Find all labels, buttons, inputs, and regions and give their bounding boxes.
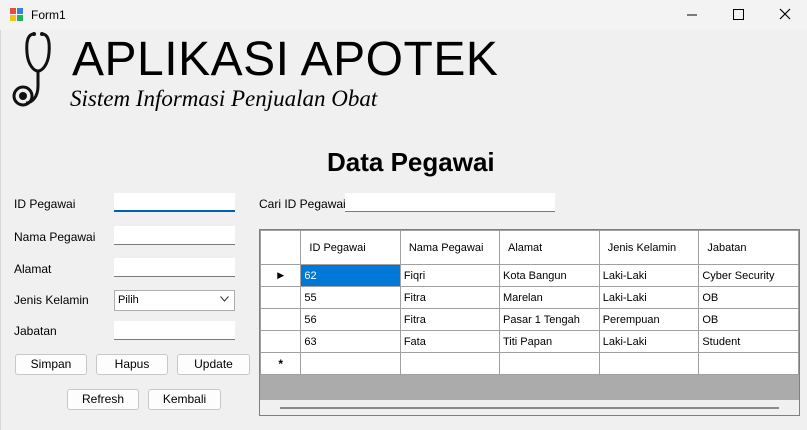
row-header-corner bbox=[260, 230, 302, 265]
app-subtitle: Sistem Informasi Penjualan Obat bbox=[70, 86, 378, 111]
update-button[interactable]: Update bbox=[177, 354, 250, 375]
cell-jabatan[interactable]: OB bbox=[698, 286, 799, 309]
cell-alamat[interactable]: Pasar 1 Tengah bbox=[499, 308, 600, 331]
horizontal-scrollbar[interactable] bbox=[260, 400, 799, 415]
alamat-input[interactable] bbox=[114, 258, 235, 277]
table-row[interactable]: ▶ 62 Fiqri Kota Bangun Laki-Laki Cyber S… bbox=[260, 264, 799, 287]
column-header-jenis-kelamin[interactable]: Jenis Kelamin bbox=[598, 230, 700, 265]
grid-header-row: ID Pegawai Nama Pegawai Alamat Jenis Kel… bbox=[260, 230, 799, 265]
cell-alamat[interactable]: Kota Bangun bbox=[499, 264, 600, 287]
cell-id[interactable]: 56 bbox=[300, 308, 401, 331]
column-header-alamat[interactable]: Alamat bbox=[499, 230, 600, 265]
row-header[interactable] bbox=[260, 308, 302, 331]
id-pegawai-input[interactable] bbox=[114, 193, 235, 212]
window-title: Form1 bbox=[31, 8, 66, 22]
cell-id[interactable]: 55 bbox=[300, 286, 401, 309]
cell-alamat[interactable]: Marelan bbox=[499, 286, 600, 309]
table-row[interactable]: 56 Fitra Pasar 1 Tengah Perempuan OB bbox=[260, 308, 799, 331]
kembali-button[interactable]: Kembali bbox=[148, 389, 221, 410]
scrollbar-thumb[interactable] bbox=[280, 407, 779, 409]
cell-id[interactable]: 63 bbox=[300, 330, 401, 353]
cell-jenis-kelamin[interactable]: Laki-Laki bbox=[598, 264, 700, 287]
jabatan-input[interactable] bbox=[114, 321, 235, 340]
row-header[interactable] bbox=[260, 286, 302, 309]
table-row[interactable]: 55 Fitra Marelan Laki-Laki OB bbox=[260, 286, 799, 309]
new-cell-jabatan[interactable] bbox=[698, 352, 799, 375]
column-header-id[interactable]: ID Pegawai bbox=[300, 230, 401, 265]
jenis-kelamin-value: Pilih bbox=[118, 294, 139, 306]
new-cell-id[interactable] bbox=[300, 352, 401, 375]
id-pegawai-label: ID Pegawai bbox=[14, 197, 76, 211]
table-row[interactable]: 63 Fata Titi Papan Laki-Laki Student bbox=[260, 330, 799, 353]
current-row-icon: ▶ bbox=[260, 264, 302, 287]
alamat-label: Alamat bbox=[14, 262, 52, 276]
cell-id[interactable]: 62 bbox=[300, 264, 401, 287]
column-header-nama[interactable]: Nama Pegawai bbox=[399, 230, 501, 265]
new-cell-nama[interactable] bbox=[399, 352, 501, 375]
cell-nama[interactable]: Fitra bbox=[399, 308, 501, 331]
minimize-icon bbox=[687, 14, 697, 16]
nama-pegawai-input[interactable] bbox=[114, 226, 235, 245]
jenis-kelamin-label: Jenis Kelamin bbox=[14, 293, 89, 307]
jabatan-label: Jabatan bbox=[14, 324, 57, 338]
close-button[interactable] bbox=[761, 0, 807, 30]
pegawai-data-grid[interactable]: ID Pegawai Nama Pegawai Alamat Jenis Kel… bbox=[259, 229, 800, 416]
maximize-button[interactable] bbox=[715, 0, 761, 30]
row-header[interactable] bbox=[260, 330, 302, 353]
cell-jabatan[interactable]: Student bbox=[698, 330, 799, 353]
simpan-button[interactable]: Simpan bbox=[15, 354, 87, 375]
hapus-button[interactable]: Hapus bbox=[96, 354, 168, 375]
column-header-jabatan[interactable]: Jabatan bbox=[698, 230, 799, 265]
section-title: Data Pegawai bbox=[327, 147, 495, 177]
app-title: APLIKASI APOTEK bbox=[72, 33, 499, 86]
cell-jabatan[interactable]: OB bbox=[698, 308, 799, 331]
refresh-button[interactable]: Refresh bbox=[67, 389, 139, 410]
grid-table: ID Pegawai Nama Pegawai Alamat Jenis Kel… bbox=[260, 230, 799, 375]
chevron-down-icon bbox=[220, 296, 229, 302]
close-icon bbox=[779, 8, 791, 20]
cell-jenis-kelamin[interactable]: Perempuan bbox=[598, 308, 700, 331]
cell-nama[interactable]: Fitra bbox=[399, 286, 501, 309]
cell-alamat[interactable]: Titi Papan bbox=[499, 330, 600, 353]
title-bar: Form1 bbox=[0, 0, 807, 30]
new-cell-jenis-kelamin[interactable] bbox=[598, 352, 700, 375]
cell-nama[interactable]: Fiqri bbox=[399, 264, 501, 287]
cell-nama[interactable]: Fata bbox=[399, 330, 501, 353]
app-icon bbox=[10, 8, 23, 21]
cell-jenis-kelamin[interactable]: Laki-Laki bbox=[598, 330, 700, 353]
cell-jabatan[interactable]: Cyber Security bbox=[698, 264, 799, 287]
stethoscope-icon bbox=[12, 32, 51, 107]
new-row-icon: * bbox=[260, 352, 302, 375]
new-row[interactable]: * bbox=[260, 352, 799, 375]
jenis-kelamin-select[interactable]: Pilih bbox=[114, 290, 235, 311]
new-cell-alamat[interactable] bbox=[499, 352, 600, 375]
maximize-icon bbox=[733, 9, 744, 20]
cari-id-input[interactable] bbox=[345, 193, 555, 212]
nama-pegawai-label: Nama Pegawai bbox=[14, 230, 96, 244]
cari-id-label: Cari ID Pegawai bbox=[259, 197, 346, 211]
minimize-button[interactable] bbox=[669, 0, 715, 30]
cell-jenis-kelamin[interactable]: Laki-Laki bbox=[598, 286, 700, 309]
